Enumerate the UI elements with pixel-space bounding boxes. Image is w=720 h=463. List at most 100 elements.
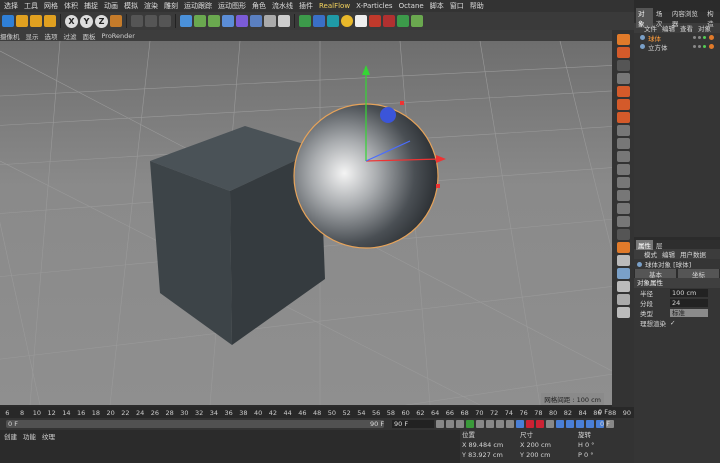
axis-y-button[interactable]: Y (80, 14, 93, 28)
3d-viewport[interactable]: 网格间距 : 100 cm (0, 41, 612, 405)
object-mode-icon[interactable] (616, 47, 630, 58)
visibility-dots[interactable] (693, 36, 706, 39)
deformer-icon[interactable] (236, 15, 248, 27)
next-key-icon[interactable] (486, 420, 494, 428)
snap-icon[interactable] (616, 164, 630, 175)
workplane-icon[interactable] (616, 73, 630, 84)
array-icon[interactable] (222, 15, 234, 27)
go-start-icon[interactable] (436, 420, 444, 428)
xp-gear-icon[interactable] (313, 15, 325, 27)
cube-tool-icon[interactable] (2, 15, 14, 27)
select-tool-icon[interactable] (16, 15, 28, 27)
lock-workplane-icon[interactable] (616, 190, 630, 201)
spline-pen-icon[interactable] (194, 15, 206, 27)
menu-object[interactable]: 对象 (698, 23, 711, 33)
menu-texture[interactable]: 纹理 (42, 431, 55, 441)
mograph-icon[interactable] (616, 307, 630, 318)
rot-p-field[interactable]: P 0 ° (576, 450, 634, 460)
render-settings-icon[interactable] (159, 15, 171, 27)
octane-camera-icon[interactable] (369, 15, 381, 27)
viewport-menu-item[interactable]: ProRender (102, 32, 135, 40)
viewport-menu-item[interactable]: 显示 (26, 31, 39, 41)
viewport-menu-item[interactable]: 摄像机 (0, 31, 20, 41)
plugin-leaf-icon[interactable] (411, 15, 423, 27)
menu-view[interactable]: 查看 (680, 23, 693, 33)
rot-p-value[interactable]: 0 ° (584, 451, 593, 459)
octane-render-icon[interactable] (383, 15, 395, 27)
octane-sun-icon[interactable] (341, 15, 353, 27)
key-param-icon[interactable] (586, 420, 594, 428)
render-region-icon[interactable] (131, 15, 143, 27)
menu-item[interactable]: 脚本 (430, 1, 444, 11)
menu-item[interactable]: 捕捉 (84, 1, 98, 11)
menu-user-data[interactable]: 用户数据 (680, 249, 706, 259)
end-frame-field[interactable]: 90 F (392, 420, 434, 428)
menu-item[interactable]: 窗口 (450, 1, 464, 11)
menu-edit[interactable]: 编辑 (662, 249, 675, 259)
menu-item[interactable]: 帮助 (470, 1, 484, 11)
primitive-cube-icon[interactable] (180, 15, 192, 27)
render-view-icon[interactable] (145, 15, 157, 27)
menu-item[interactable]: 运动跟踪 (184, 1, 212, 11)
autokey-icon[interactable] (536, 420, 544, 428)
menu-item[interactable]: 渲染 (144, 1, 158, 11)
pos-x-value[interactable]: 89.484 cm (469, 441, 504, 449)
pos-x-field[interactable]: X 89.484 cm (460, 440, 518, 450)
paint-icon[interactable] (616, 203, 630, 214)
next-frame-icon[interactable] (476, 420, 484, 428)
enable-axis-icon[interactable] (616, 138, 630, 149)
radius-field[interactable]: 100 cm (670, 289, 708, 297)
soft-select-icon[interactable] (616, 255, 630, 266)
move-tool-icon[interactable] (44, 15, 56, 27)
menu-item[interactable]: 模拟 (124, 1, 138, 11)
viewport-menu-item[interactable]: 选项 (45, 31, 58, 41)
move-key-icon[interactable] (516, 420, 524, 428)
edges-mode-icon[interactable] (616, 99, 630, 110)
octane-settings-icon[interactable] (327, 15, 339, 27)
tab-layers[interactable]: 层 (656, 240, 663, 250)
uv-mode-icon[interactable] (616, 125, 630, 136)
menu-function[interactable]: 功能 (23, 431, 36, 441)
render-preview-icon[interactable] (616, 294, 630, 305)
axis-z-button[interactable]: Z (95, 14, 108, 28)
octane-area-light-icon[interactable] (355, 15, 367, 27)
menu-item[interactable]: X-Particles (356, 2, 392, 10)
xp-emitter-icon[interactable] (299, 15, 311, 27)
quantize-icon[interactable] (616, 177, 630, 188)
frame-range-slider[interactable]: 0 F (6, 420, 384, 428)
rotate-tool-icon[interactable] (30, 15, 42, 27)
camera-icon[interactable] (264, 15, 276, 27)
hair-icon[interactable] (616, 281, 630, 292)
menu-item[interactable]: 雕刻 (164, 1, 178, 11)
size-y-value[interactable]: 200 cm (526, 451, 550, 459)
type-dropdown[interactable]: 标准 (670, 309, 708, 317)
tab-attributes[interactable]: 属性 (636, 239, 653, 250)
size-x-field[interactable]: X 200 cm (518, 440, 576, 450)
viewport-menu-item[interactable]: 面板 (83, 31, 96, 41)
pos-y-value[interactable]: 83.927 cm (468, 451, 503, 459)
points-mode-icon[interactable] (616, 86, 630, 97)
light-icon[interactable] (278, 15, 290, 27)
record-icon[interactable] (526, 420, 534, 428)
menu-mode[interactable]: 模式 (644, 249, 657, 259)
phong-tag-icon[interactable] (709, 35, 714, 40)
nurbs-icon[interactable] (208, 15, 220, 27)
segments-field[interactable]: 24 (670, 299, 708, 307)
menu-item[interactable]: 网格 (44, 1, 58, 11)
tab-basic[interactable]: 基本 (635, 269, 676, 279)
menu-item[interactable]: 选择 (4, 1, 18, 11)
phong-tag-icon[interactable] (709, 44, 714, 49)
tweak-icon[interactable] (616, 151, 630, 162)
menu-item[interactable]: 插件 (299, 1, 313, 11)
play-icon[interactable] (466, 420, 474, 428)
viewport-menu-item[interactable]: 过滤 (64, 31, 77, 41)
plugin-icon[interactable] (397, 15, 409, 27)
menu-item[interactable]: 流水线 (272, 1, 293, 11)
go-end-icon[interactable] (496, 420, 504, 428)
menu-item[interactable]: 动画 (104, 1, 118, 11)
menu-edit[interactable]: 编辑 (662, 23, 675, 33)
prev-key-icon[interactable] (446, 420, 454, 428)
axis-x-button[interactable]: X (65, 14, 78, 28)
loop-icon[interactable] (506, 420, 514, 428)
key-pos-icon[interactable] (556, 420, 564, 428)
